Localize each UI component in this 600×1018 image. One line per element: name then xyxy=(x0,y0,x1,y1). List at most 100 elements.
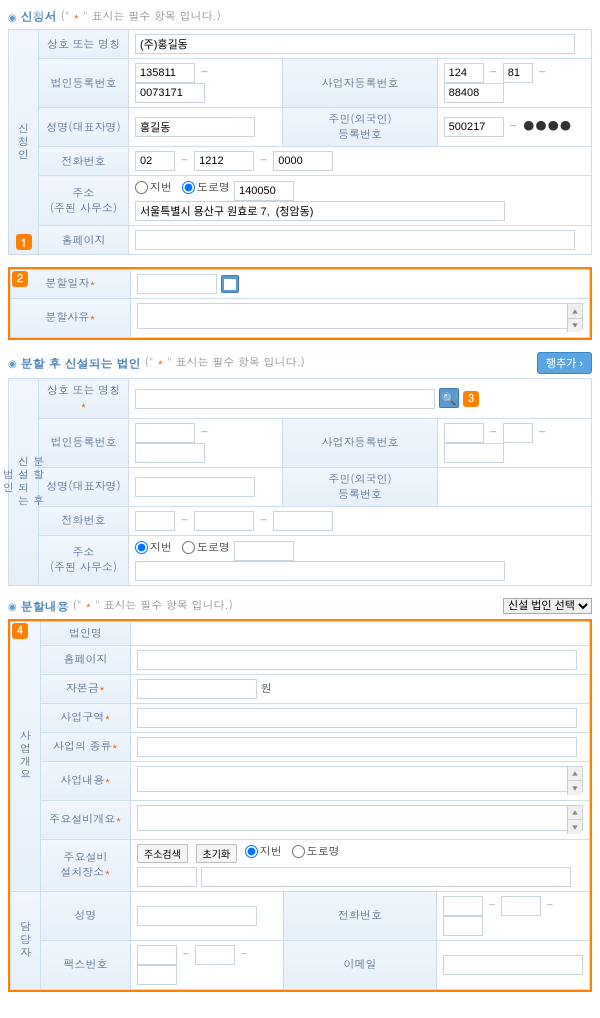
label-phone4: 전화번호 xyxy=(284,891,437,940)
input-ph3a[interactable] xyxy=(135,511,175,531)
label-phone3: 전화번호 xyxy=(39,506,129,535)
label-homepage: 홈페이지 xyxy=(39,226,129,255)
reset-button[interactable]: 초기화 xyxy=(196,844,238,863)
req-note: (" * " 표시는 필수 항목 입니다.) xyxy=(61,9,221,25)
input-biz3b[interactable] xyxy=(503,423,533,443)
input-homepage[interactable] xyxy=(135,230,575,250)
won-suffix: 원 xyxy=(261,681,272,696)
sec2-box: 2 분할일자* 분할사유* ▲▼ xyxy=(8,267,592,340)
input-zip[interactable] xyxy=(234,181,294,201)
input-equip-zip[interactable] xyxy=(137,867,197,887)
label-split-date: 분할일자* xyxy=(11,270,131,299)
input-biz3c[interactable] xyxy=(444,443,504,463)
radio-jibun[interactable]: 지번 xyxy=(135,180,172,195)
input-biz1[interactable] xyxy=(444,63,484,83)
req-note: (" * " 표시는 필수 항목 입니다.) xyxy=(145,355,305,371)
sec4-title: 분할내용 xyxy=(21,598,69,615)
sec1-side-label: 신청인 1 xyxy=(9,30,39,255)
radio-doro4[interactable]: 도로명 xyxy=(292,844,340,859)
sec3-table: 분할 후 신설되는 법인 − 상호 또는 명칭* 🔍 3 법인등록번호 - 사업… xyxy=(8,378,592,586)
input-ph3b[interactable] xyxy=(194,511,254,531)
label-biz-type: 사업의 종류* xyxy=(41,732,131,761)
corp-select-dropdown[interactable]: 신설 법인 선택 xyxy=(503,598,592,614)
input-biz2[interactable] xyxy=(503,63,533,83)
input-fax2[interactable] xyxy=(195,945,235,965)
sec4-side2: 담당자 xyxy=(11,891,41,989)
textarea-equip-overview[interactable] xyxy=(137,805,583,831)
label-biz-reg: 사업자등록번호 xyxy=(283,59,437,108)
input-corp-reg2[interactable] xyxy=(135,83,205,103)
input-ph1[interactable] xyxy=(135,151,175,171)
label-email: 이메일 xyxy=(284,940,437,989)
label-addr3: 주소 (주된 사무소) xyxy=(39,535,129,585)
label-corp-reg: 법인등록번호 xyxy=(39,59,129,108)
input-fax3[interactable] xyxy=(137,965,177,985)
radio-doro[interactable]: 도로명 xyxy=(182,180,230,195)
input-rep-name3[interactable] xyxy=(135,477,255,497)
input-ph4b[interactable] xyxy=(501,896,541,916)
input-capital[interactable] xyxy=(137,679,257,699)
input-corp-reg3a[interactable] xyxy=(135,423,195,443)
label-equip-overview: 주요설비개요* xyxy=(41,800,131,839)
input-name[interactable] xyxy=(137,906,257,926)
input-biz3a[interactable] xyxy=(444,423,484,443)
sec1-title: 신청서 xyxy=(21,8,57,25)
input-ph3[interactable] xyxy=(273,151,333,171)
input-ph4c[interactable] xyxy=(443,916,483,936)
label-corp-name: 법인명 xyxy=(41,621,131,645)
input-res1[interactable] xyxy=(444,117,504,137)
badge-4: 4 xyxy=(12,623,28,639)
input-biz3[interactable] xyxy=(444,83,504,103)
label-split-reason: 분할사유* xyxy=(11,299,131,338)
textarea-split-reason[interactable] xyxy=(137,303,583,329)
input-biz-area[interactable] xyxy=(137,708,577,728)
radio-doro3[interactable]: 도로명 xyxy=(182,540,230,555)
textarea-biz-content[interactable] xyxy=(137,766,583,792)
label-fax: 팩스번호 xyxy=(41,940,131,989)
bullet-icon: ◉ xyxy=(8,599,17,613)
input-corp-reg3b[interactable] xyxy=(135,443,205,463)
label-resident: 주민(외국인) 등록번호 xyxy=(283,108,437,147)
label-rep-name3: 성명(대표자명) xyxy=(39,467,129,506)
input-ph3c[interactable] xyxy=(273,511,333,531)
input-ph2[interactable] xyxy=(194,151,254,171)
input-zip3[interactable] xyxy=(234,541,294,561)
sec4-box: 4 사업개요 법인명 홈페이지 자본금* 원 사업구역* 사업의 종류* 사업내… xyxy=(8,619,592,992)
label-biz-area: 사업구역* xyxy=(41,703,131,732)
label-company: 상호 또는 명칭 xyxy=(39,30,129,59)
sec4-header: ◉ 분할내용 (" * " 표시는 필수 항목 입니다.) 신설 법인 선택 xyxy=(8,598,592,615)
input-fax1[interactable] xyxy=(137,945,177,965)
input-addr[interactable] xyxy=(135,201,505,221)
sec3-side-label: 분할 후 신설되는 법인 − xyxy=(9,379,39,586)
label-rep-name: 성명(대표자명) xyxy=(39,108,129,147)
input-biz-type[interactable] xyxy=(137,737,577,757)
label-company3: 상호 또는 명칭* xyxy=(39,379,129,419)
input-company3[interactable] xyxy=(135,389,435,409)
addr-search-button[interactable]: 주소검색 xyxy=(137,844,188,863)
textarea-spinner[interactable]: ▲▼ xyxy=(567,304,582,332)
add-row-button[interactable]: 행추가 › xyxy=(537,352,592,374)
input-company[interactable] xyxy=(135,34,575,54)
sec3-header: ◉ 분할 후 신설되는 법인 (" * " 표시는 필수 항목 입니다.) 행추… xyxy=(8,352,592,374)
input-email[interactable] xyxy=(443,955,583,975)
radio-jibun3[interactable]: 지번 xyxy=(135,540,172,555)
textarea-spinner[interactable]: ▲▼ xyxy=(567,767,582,795)
textarea-spinner[interactable]: ▲▼ xyxy=(567,806,582,834)
input-corp-reg1[interactable] xyxy=(135,63,195,83)
search-icon[interactable]: 🔍 xyxy=(439,388,459,408)
label-phone: 전화번호 xyxy=(39,147,129,176)
masked-dots xyxy=(523,117,572,134)
label-capital: 자본금* xyxy=(41,674,131,703)
input-ph4a[interactable] xyxy=(443,896,483,916)
input-addr3[interactable] xyxy=(135,561,505,581)
calendar-icon[interactable] xyxy=(221,275,239,293)
radio-jibun4[interactable]: 지번 xyxy=(245,844,282,859)
input-equip-addr[interactable] xyxy=(201,867,571,887)
input-split-date[interactable] xyxy=(137,274,217,294)
label-homepage4: 홈페이지 xyxy=(41,645,131,674)
bullet-icon: ◉ xyxy=(8,356,17,370)
label-resident3: 주민(외국인) 등록번호 xyxy=(283,467,437,506)
badge-3: 3 xyxy=(463,391,479,407)
input-homepage4[interactable] xyxy=(137,650,577,670)
input-rep-name[interactable] xyxy=(135,117,255,137)
